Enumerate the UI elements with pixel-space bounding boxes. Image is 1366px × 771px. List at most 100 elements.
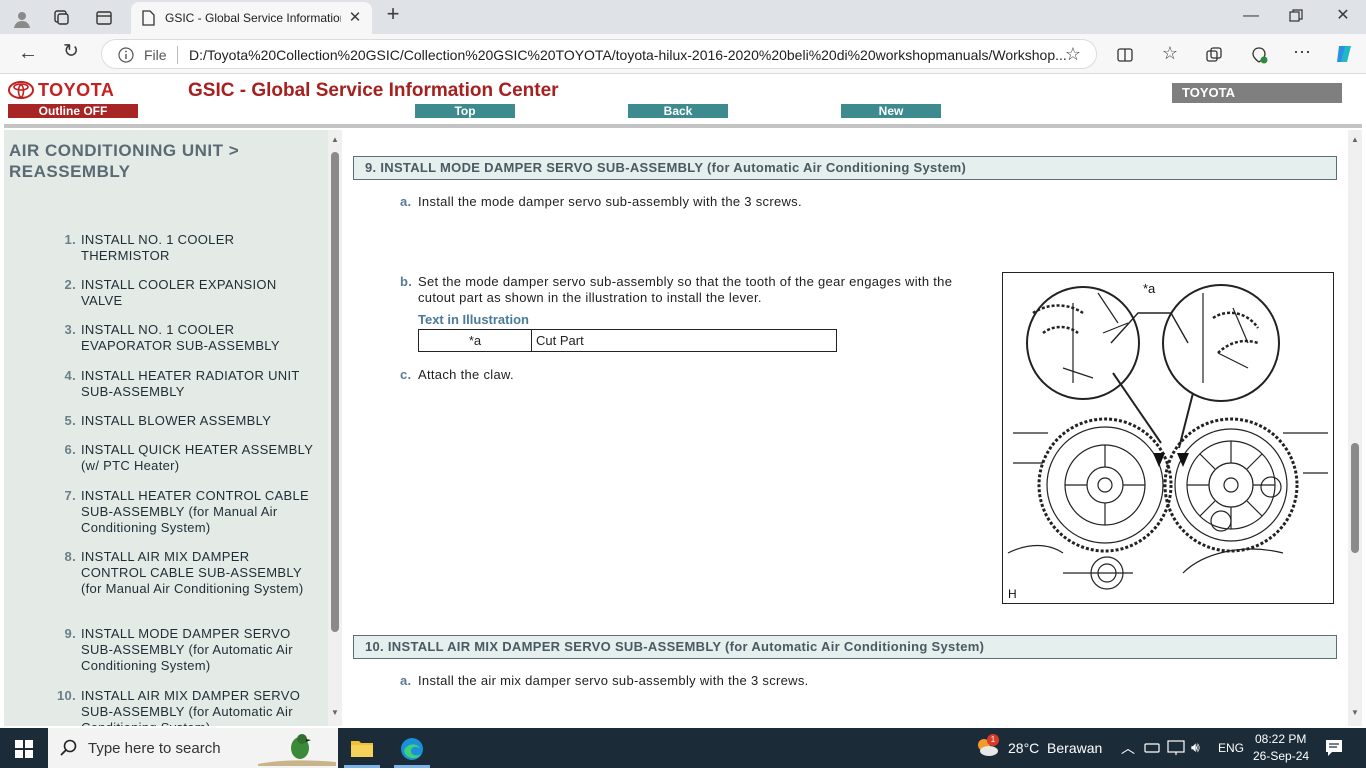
info-icon[interactable] — [118, 47, 134, 63]
sidebar-item-number: 5. — [64, 413, 76, 428]
clock-date[interactable]: 26-Sep-24 — [1253, 749, 1309, 763]
sidebar-item-6[interactable]: 6. INSTALL QUICK HEATER ASSEMBLY (w/ PTC… — [54, 442, 314, 474]
sidebar-title: AIR CONDITIONING UNIT > REASSEMBLY — [9, 141, 240, 181]
legend-key: *a — [419, 330, 532, 351]
sidebar-item-label: INSTALL BLOWER ASSEMBLY — [81, 413, 272, 428]
clock-time[interactable]: 08:22 PM — [1255, 732, 1306, 746]
legend-value: Cut Part — [536, 333, 584, 348]
toyota-logo: TOYOTA — [8, 80, 138, 100]
illustration-code: H — [1008, 587, 1017, 601]
minimize-icon[interactable]: — — [1243, 8, 1259, 24]
chevron-up-icon[interactable]: ︿ — [1121, 738, 1135, 758]
notification-badge: 1 — [987, 734, 999, 746]
scroll-up-icon[interactable]: ▲ — [330, 135, 340, 145]
main-scroll-thumb[interactable] — [1351, 443, 1359, 553]
taskbar-search-box[interactable]: Type here to search — [48, 728, 338, 768]
back-arrow-icon[interactable]: ← — [18, 43, 38, 65]
split-screen-icon[interactable] — [1116, 46, 1134, 64]
illustration-legend-title: Text in Illustration — [418, 312, 529, 327]
gear-diagram: *a H — [1007, 281, 1328, 601]
sidebar-item-number: 1. — [64, 232, 76, 247]
sidebar-item-label: INSTALL AIR MIX DAMPER SERVO SUB-ASSEMBL… — [81, 688, 301, 726]
sidebar-item-number: 4. — [64, 368, 76, 383]
browser-essentials-icon[interactable] — [1249, 45, 1269, 65]
outline-toggle-button[interactable]: Outline OFF — [8, 104, 138, 118]
gsic-header: TOYOTA GSIC - Global Service Information… — [0, 74, 1366, 130]
sidebar-item-7[interactable]: 7. INSTALL HEATER CONTROL CABLE SUB-ASSE… — [54, 488, 314, 536]
browser-tab-active[interactable]: GSIC - Global Service Information Center… — [131, 2, 372, 34]
close-tab-icon[interactable]: ✕ — [347, 10, 363, 26]
address-bar[interactable]: File D:/Toyota%20Collection%20GSIC/Colle… — [101, 39, 1097, 69]
sidebar-item-9[interactable]: 9. INSTALL MODE DAMPER SERVO SUB-ASSEMBL… — [54, 626, 314, 674]
page-icon — [141, 10, 155, 26]
scroll-up-icon[interactable]: ▲ — [1350, 135, 1360, 145]
sidebar-item-8[interactable]: 8. INSTALL AIR MIX DAMPER CONTROL CABLE … — [54, 549, 314, 613]
sidebar-item-label: INSTALL HEATER RADIATOR UNIT SUB-ASSEMBL… — [81, 368, 300, 399]
back-button[interactable]: Back — [628, 104, 728, 118]
volume-icon[interactable]: 🔊︎ — [1191, 739, 1200, 756]
language-indicator[interactable]: ENG — [1218, 741, 1244, 755]
sidebar-item-label: INSTALL HEATER CONTROL CABLE SUB-ASSEMBL… — [81, 488, 310, 535]
sidebar-item-label: INSTALL QUICK HEATER ASSEMBLY (w/ PTC He… — [81, 442, 313, 473]
windows-start-icon[interactable] — [15, 740, 33, 758]
sidebar-item-label: INSTALL MODE DAMPER SERVO SUB-ASSEMBLY (… — [81, 626, 293, 673]
scroll-down-icon[interactable]: ▼ — [1350, 708, 1360, 718]
favorite-star-icon[interactable]: ☆ — [1064, 45, 1082, 64]
scroll-down-icon[interactable]: ▼ — [330, 708, 340, 718]
header-divider — [4, 124, 1362, 128]
step-text: Set the mode damper servo sub-assembly s… — [418, 274, 953, 305]
notifications-icon[interactable] — [1325, 739, 1343, 757]
sidebar-item-label: INSTALL COOLER EXPANSION VALVE — [81, 277, 277, 308]
wifi-monitor-icon[interactable] — [1167, 740, 1185, 756]
sidebar-item-number: 10. — [57, 688, 76, 703]
browser-tab-bar: GSIC - Global Service Information Center… — [0, 0, 1366, 34]
sidebar-item-3[interactable]: 3. INSTALL NO. 1 COOLER EVAPORATOR SUB-A… — [54, 322, 314, 354]
tab-actions-icon[interactable] — [95, 9, 113, 27]
step-text: Install the mode damper servo sub-assemb… — [418, 194, 802, 209]
sidebar-item-5[interactable]: 5. INSTALL BLOWER ASSEMBLY — [54, 413, 314, 429]
outline-sidebar: AIR CONDITIONING UNIT > REASSEMBLY 1. IN… — [4, 130, 328, 726]
url-text[interactable]: D:/Toyota%20Collection%20GSIC/Collection… — [189, 47, 1067, 63]
file-scheme-label: File — [144, 47, 167, 63]
restore-icon[interactable] — [1288, 9, 1304, 25]
file-explorer-icon[interactable] — [350, 737, 374, 759]
toyota-logo-text: TOYOTA — [38, 80, 115, 100]
close-window-icon[interactable]: ✕ — [1334, 8, 1352, 26]
top-button[interactable]: Top — [415, 104, 515, 118]
sidebar-item-label: INSTALL NO. 1 COOLER EVAPORATOR SUB-ASSE… — [81, 322, 280, 353]
sidebar-item-number: 8. — [64, 549, 76, 564]
gear-illustration: *a H — [1002, 272, 1334, 604]
favorites-icon[interactable]: ☆ — [1160, 44, 1180, 65]
workspaces-icon[interactable] — [52, 9, 70, 27]
sidebar-item-2[interactable]: 2. INSTALL COOLER EXPANSION VALVE — [54, 277, 314, 309]
sidebar-item-1[interactable]: 1. INSTALL NO. 1 COOLER THERMISTOR — [54, 232, 314, 264]
sidebar-item-number: 9. — [64, 626, 76, 641]
main-scrollbar[interactable]: ▲ ▼ — [1348, 130, 1362, 726]
copilot-icon[interactable] — [1333, 43, 1355, 65]
step-text: Install the air mix damper servo sub-ass… — [418, 673, 809, 688]
search-icon — [60, 739, 78, 757]
network-drive-icon[interactable] — [1144, 741, 1160, 755]
tab-title: GSIC - Global Service Information Center — [165, 11, 341, 25]
sidebar-scroll-thumb[interactable] — [331, 152, 339, 632]
section-10-heading: 10. INSTALL AIR MIX DAMPER SERVO SUB-ASS… — [353, 635, 1337, 659]
more-options-icon[interactable]: ⋯ — [1292, 43, 1312, 64]
search-placeholder: Type here to search — [88, 740, 221, 757]
step-letter: a. — [400, 194, 412, 209]
sidebar-item-label: INSTALL NO. 1 COOLER THERMISTOR — [81, 232, 235, 263]
sidebar-item-10[interactable]: 10. INSTALL AIR MIX DAMPER SERVO SUB-ASS… — [54, 688, 314, 726]
edge-browser-icon[interactable] — [399, 736, 425, 762]
profile-icon[interactable] — [12, 9, 32, 29]
brand-box: TOYOTA — [1172, 83, 1342, 103]
refresh-icon[interactable]: ↻ — [61, 42, 81, 64]
main-content: 9. INSTALL MODE DAMPER SERVO SUB-ASSEMBL… — [344, 130, 1348, 726]
sidebar-item-number: 2. — [64, 277, 76, 292]
collections-icon[interactable] — [1205, 46, 1223, 64]
weather-text[interactable]: 28°C Berawan — [1008, 740, 1102, 756]
address-separator — [177, 46, 178, 64]
sidebar-item-4[interactable]: 4. INSTALL HEATER RADIATOR UNIT SUB-ASSE… — [54, 368, 314, 400]
search-highlight-bird-icon — [258, 730, 336, 766]
step-letter: a. — [400, 673, 412, 688]
new-tab-icon[interactable]: + — [383, 3, 403, 26]
new-button[interactable]: New — [841, 104, 941, 118]
